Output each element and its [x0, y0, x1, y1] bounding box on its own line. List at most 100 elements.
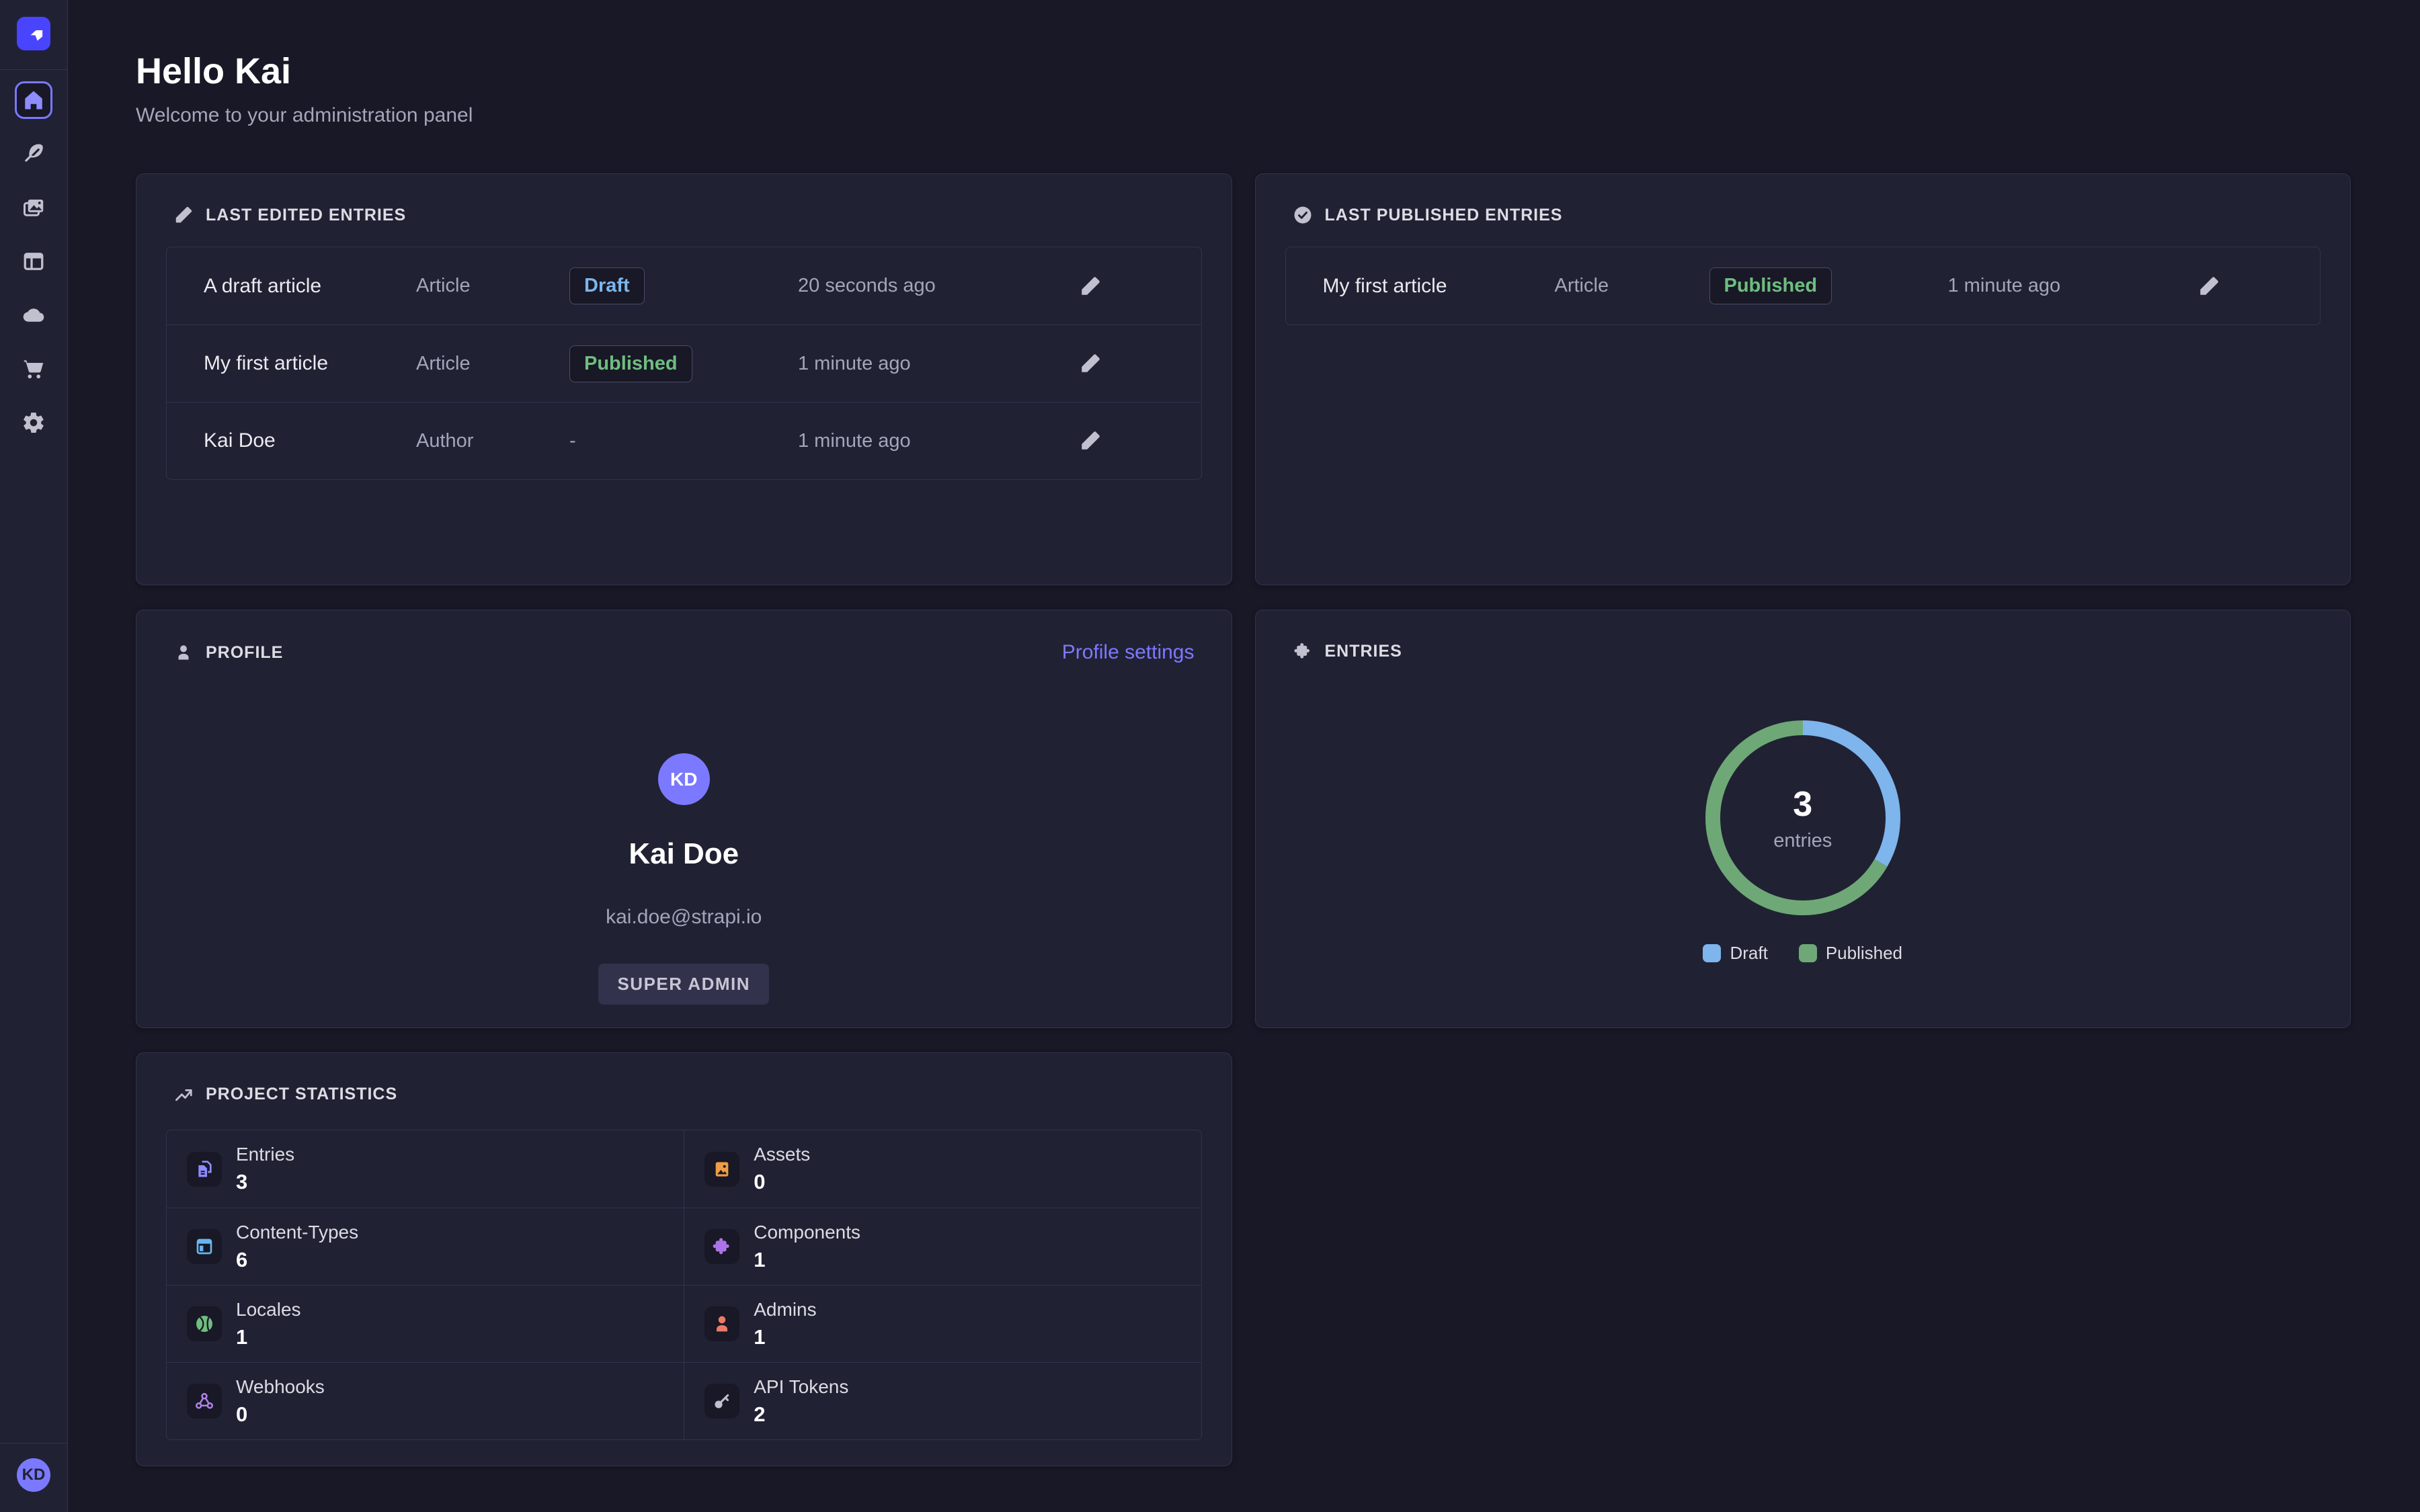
layout-icon	[22, 249, 46, 274]
stat-value: 0	[236, 1402, 325, 1427]
sidebar-item-settings[interactable]	[15, 404, 52, 442]
entry-kind: Article	[1555, 275, 1709, 297]
status-badge: Draft	[569, 267, 645, 304]
table-row[interactable]: My first article Article Published 1 min…	[167, 325, 1201, 402]
status-empty: -	[569, 430, 576, 452]
picture-icon	[704, 1152, 739, 1187]
legend-item-published: Published	[1799, 943, 1902, 964]
stat-label: Webhooks	[236, 1376, 325, 1398]
last-published-table: My first article Article Published 1 min…	[1285, 247, 2321, 325]
profile-card: PROFILE Profile settings KD Kai Doe kai.…	[136, 610, 1232, 1028]
pencil-icon	[1079, 352, 1102, 375]
strapi-logo[interactable]	[17, 17, 50, 50]
feather-icon	[22, 142, 46, 166]
table-row[interactable]: Kai Doe Author - 1 minute ago	[167, 402, 1201, 479]
stat-entries: Entries 3	[167, 1130, 684, 1208]
pencil-icon	[173, 205, 194, 225]
stat-value: 1	[754, 1248, 860, 1272]
check-circle-icon	[1293, 205, 1313, 225]
profile-email: kai.doe@strapi.io	[606, 906, 762, 929]
status-badge: Published	[569, 345, 692, 382]
sidebar-user-avatar[interactable]: KD	[17, 1458, 50, 1492]
puzzle-icon	[1293, 641, 1313, 661]
project-statistics-card: PROJECT STATISTICS Entries 3	[136, 1052, 1232, 1466]
edit-entry-button[interactable]	[1074, 269, 1107, 303]
last-edited-table: A draft article Article Draft 20 seconds…	[166, 247, 1202, 480]
sidebar-item-content-type-builder[interactable]	[15, 243, 52, 280]
empty-grid-cell	[1255, 1052, 2351, 1466]
entry-kind: Article	[416, 275, 569, 297]
avatar: KD	[658, 753, 710, 805]
sidebar-item-media-library[interactable]	[15, 189, 52, 226]
entries-units: entries	[1773, 830, 1832, 852]
table-row[interactable]: My first article Article Published 1 min…	[1286, 247, 2321, 325]
role-badge: SUPER ADMIN	[598, 964, 769, 1005]
images-icon	[22, 196, 46, 220]
entry-time: 20 seconds ago	[798, 275, 1074, 297]
gear-icon	[22, 411, 46, 435]
layout-icon	[187, 1229, 222, 1264]
documents-icon	[187, 1152, 222, 1187]
sidebar-item-marketplace[interactable]	[15, 350, 52, 388]
sidebar: KD	[0, 0, 68, 1512]
page-subtitle: Welcome to your administration panel	[136, 104, 2351, 127]
stat-components: Components 1	[684, 1208, 1201, 1285]
entries-donut-chart: 3 entries	[1695, 710, 1910, 925]
cloud-icon	[22, 303, 46, 327]
stat-locales: Locales 1	[167, 1285, 684, 1362]
entry-time: 1 minute ago	[798, 353, 1074, 375]
card-title: PROJECT STATISTICS	[206, 1085, 397, 1104]
person-icon	[704, 1306, 739, 1341]
stat-value: 0	[754, 1170, 810, 1194]
stat-value: 1	[236, 1325, 301, 1349]
last-published-header: LAST PUBLISHED ENTRIES	[1256, 174, 2351, 225]
pencil-icon	[1079, 429, 1102, 452]
edit-entry-button[interactable]	[1074, 347, 1107, 380]
chart-legend: Draft Published	[1703, 943, 1902, 964]
profile-body: KD Kai Doe kai.doe@strapi.io SUPER ADMIN	[136, 664, 1232, 1005]
sidebar-item-home[interactable]	[15, 81, 52, 119]
status-badge: Published	[1709, 267, 1832, 304]
stat-admins: Admins 1	[684, 1285, 1201, 1362]
last-edited-entries-card: LAST EDITED ENTRIES A draft article Arti…	[136, 173, 1232, 585]
home-icon	[22, 88, 46, 112]
stat-label: Admins	[754, 1299, 816, 1320]
edit-entry-button[interactable]	[2192, 269, 2226, 303]
entry-name: Kai Doe	[204, 429, 416, 452]
webhook-icon	[187, 1384, 222, 1419]
entry-name: A draft article	[204, 275, 416, 298]
edit-entry-button[interactable]	[1074, 424, 1107, 458]
puzzle-icon	[704, 1229, 739, 1264]
sidebar-item-content-manager[interactable]	[15, 135, 52, 173]
stat-label: Assets	[754, 1144, 810, 1165]
last-edited-header: LAST EDITED ENTRIES	[136, 174, 1232, 225]
profile-settings-link[interactable]: Profile settings	[1062, 641, 1195, 664]
cart-icon	[22, 357, 46, 381]
stat-value: 6	[236, 1248, 358, 1272]
stat-assets: Assets 0	[684, 1130, 1201, 1208]
profile-header: PROFILE Profile settings	[136, 610, 1232, 664]
legend-label: Published	[1826, 943, 1902, 964]
entries-total: 3	[1793, 784, 1812, 825]
main-content: Hello Kai Welcome to your administration…	[68, 0, 2420, 1512]
stat-value: 2	[754, 1402, 848, 1427]
key-icon	[704, 1384, 739, 1419]
stat-value: 1	[754, 1325, 816, 1349]
entry-time: 1 minute ago	[798, 430, 1074, 452]
page-title: Hello Kai	[136, 50, 2351, 92]
stat-label: API Tokens	[754, 1376, 848, 1398]
stat-label: Entries	[236, 1144, 294, 1165]
entry-kind: Article	[416, 353, 569, 375]
card-title: LAST EDITED ENTRIES	[206, 206, 406, 225]
entry-time: 1 minute ago	[1948, 275, 2193, 297]
stat-webhooks: Webhooks 0	[167, 1362, 684, 1439]
sidebar-item-deploy[interactable]	[15, 296, 52, 334]
cards-grid: LAST EDITED ENTRIES A draft article Arti…	[136, 173, 2351, 1466]
entries-header: ENTRIES	[1256, 610, 2351, 661]
globe-icon	[187, 1306, 222, 1341]
card-title: LAST PUBLISHED ENTRIES	[1325, 206, 1563, 225]
stat-label: Locales	[236, 1299, 301, 1320]
stat-label: Components	[754, 1222, 860, 1243]
stat-content-types: Content-Types 6	[167, 1208, 684, 1285]
table-row[interactable]: A draft article Article Draft 20 seconds…	[167, 247, 1201, 325]
